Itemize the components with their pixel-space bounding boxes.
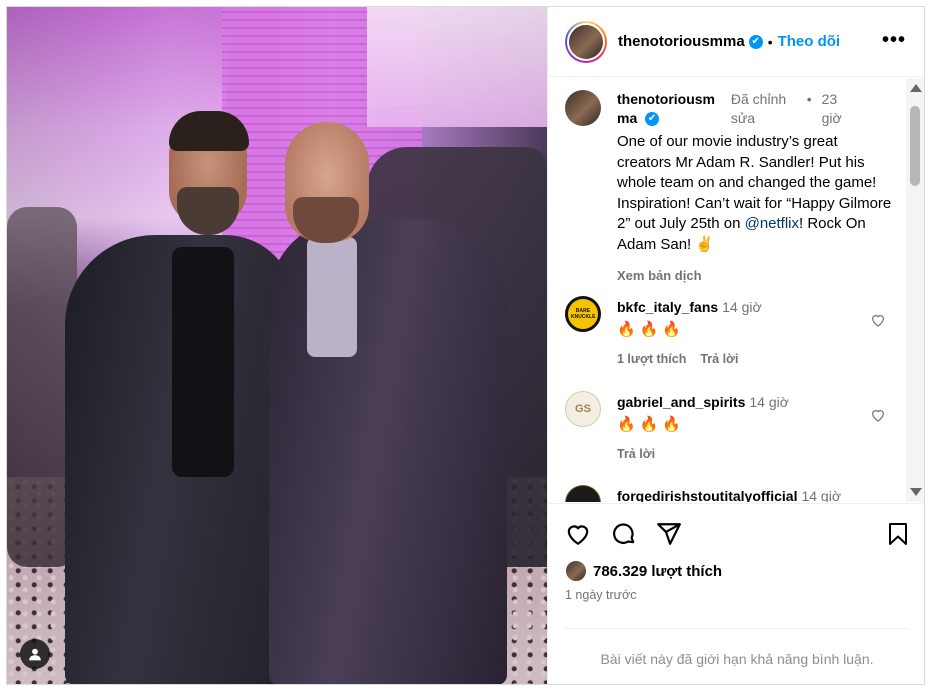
comment-avatar[interactable]: GS bbox=[565, 391, 601, 427]
more-icon[interactable]: ••• bbox=[882, 29, 906, 52]
post-actions: 786.329 lượt thích 1 ngày trước Bài viết… bbox=[548, 503, 924, 683]
comment-reply-button[interactable]: Trả lời bbox=[700, 352, 738, 366]
caption-username[interactable]: thenotoriousmma ✔ bbox=[617, 90, 727, 128]
caption-edited-label: Đã chỉnh sửa bbox=[730, 91, 787, 126]
post-photo[interactable] bbox=[7, 7, 547, 684]
photo-person-right-suit bbox=[269, 219, 507, 684]
scroll-down-arrow-icon[interactable] bbox=[910, 488, 922, 496]
scrollbar-thumb[interactable] bbox=[910, 106, 920, 186]
caption-username-text[interactable]: thenotoriousmma bbox=[617, 91, 715, 126]
caption-mention-link[interactable]: @netflix bbox=[745, 215, 799, 232]
comment-like-heart-icon[interactable] bbox=[870, 312, 886, 328]
comment-avatar-logo: BARE KNUCKLE bbox=[571, 308, 596, 320]
verified-badge-icon: ✔ bbox=[645, 112, 660, 127]
author-avatar[interactable] bbox=[565, 20, 607, 63]
comment-time[interactable]: 14 giờ bbox=[801, 488, 841, 502]
author-avatar-image bbox=[567, 22, 605, 61]
photo-person-left-shirt bbox=[172, 247, 234, 477]
comment-header: forgedirishstoutitalyofficial 14 giờ bbox=[617, 487, 841, 502]
comments-restricted-notice: Bài viết này đã giới hạn khả năng bình l… bbox=[565, 628, 909, 667]
post-header: thenotoriousmma ✔ • Theo dõi ••• bbox=[548, 7, 924, 77]
comments-list[interactable]: thenotoriousmma ✔ Đã chỉnh sửa • 23 giờ … bbox=[548, 78, 908, 502]
comment-text: 🔥🔥🔥 bbox=[617, 416, 686, 433]
caption-header: thenotoriousmma ✔ Đã chỉnh sửa • 23 giờ bbox=[617, 90, 907, 128]
comment-time[interactable]: 14 giờ bbox=[722, 299, 762, 315]
comment-avatar-logo: GS bbox=[575, 403, 591, 415]
user-tag-icon[interactable] bbox=[20, 639, 50, 669]
comment-username[interactable]: gabriel_and_spirits bbox=[617, 394, 745, 410]
comment-icon[interactable] bbox=[611, 521, 637, 547]
comment-username[interactable]: forgedirishstoutitalyofficial bbox=[617, 488, 797, 502]
liker-avatar bbox=[565, 560, 587, 582]
comment-reply-button[interactable]: Trả lời bbox=[617, 447, 655, 461]
comment-time[interactable]: 14 giờ bbox=[749, 394, 789, 410]
comment-actions: 1 lượt thích Trả lời bbox=[617, 352, 752, 366]
share-icon[interactable] bbox=[656, 521, 682, 547]
caption-time[interactable]: 23 giờ bbox=[822, 90, 848, 128]
bookmark-icon[interactable] bbox=[886, 521, 910, 547]
likes-count[interactable]: 786.329 lượt thích bbox=[593, 563, 722, 580]
author-username[interactable]: thenotoriousmma bbox=[618, 33, 745, 50]
comment-avatar[interactable]: BARE KNUCKLE bbox=[565, 296, 601, 332]
photo-person-right-shirt bbox=[307, 237, 357, 357]
comment-likes-count[interactable]: 1 lượt thích bbox=[617, 352, 686, 366]
follow-button[interactable]: Theo dõi bbox=[778, 33, 841, 50]
post-side-panel: thenotoriousmma ✔ • Theo dõi ••• thenoto… bbox=[547, 7, 924, 684]
comment-header: gabriel_and_spirits 14 giờ bbox=[617, 393, 789, 411]
comment-avatar[interactable] bbox=[565, 485, 601, 502]
comment-username[interactable]: bkfc_italy_fans bbox=[617, 299, 718, 315]
see-translation-link[interactable]: Xem bản dịch bbox=[617, 268, 702, 283]
comments-scrollbar[interactable] bbox=[906, 78, 924, 502]
comment-text: 🔥🔥🔥 bbox=[617, 321, 686, 338]
caption-avatar[interactable] bbox=[565, 90, 601, 126]
post-time[interactable]: 1 ngày trước bbox=[565, 588, 636, 602]
comment-actions: Trả lời bbox=[617, 447, 669, 461]
post-dialog: thenotoriousmma ✔ • Theo dõi ••• thenoto… bbox=[6, 6, 925, 685]
comment-like-heart-icon[interactable] bbox=[870, 407, 886, 423]
likes-summary[interactable]: 786.329 lượt thích bbox=[565, 560, 722, 582]
scroll-up-arrow-icon[interactable] bbox=[910, 84, 922, 92]
caption-text: One of our movie industry’s great creato… bbox=[617, 132, 892, 255]
comment-header: bkfc_italy_fans 14 giờ bbox=[617, 298, 762, 316]
verified-badge-icon: ✔ bbox=[748, 34, 763, 49]
caption-separator: • bbox=[806, 91, 812, 107]
photo-background-ceiling bbox=[367, 7, 547, 127]
heart-icon[interactable] bbox=[565, 521, 591, 547]
header-separator: • bbox=[767, 33, 773, 50]
